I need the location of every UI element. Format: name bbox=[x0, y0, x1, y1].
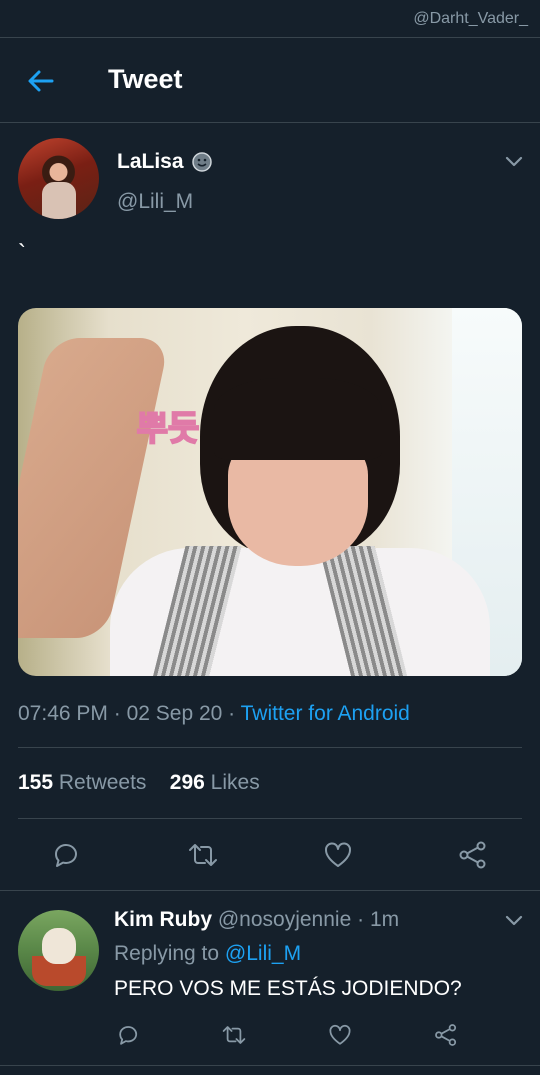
reply-icon[interactable] bbox=[117, 1023, 141, 1047]
author-handle[interactable]: @Lili_M bbox=[117, 190, 193, 214]
reply-time: 1m bbox=[369, 908, 400, 931]
retweet-icon[interactable] bbox=[220, 1023, 248, 1047]
tweet-source-link[interactable]: Twitter for Android bbox=[241, 702, 410, 725]
top-app-bar: Tweet bbox=[0, 38, 540, 123]
tweet-date: 02 Sep 20 bbox=[126, 702, 223, 725]
smiley-emoji-icon bbox=[192, 152, 212, 172]
reply-text: PERO VOS ME ESTÁS JODIENDO? bbox=[114, 977, 462, 1000]
sticker-text: 뿌듯 bbox=[137, 409, 200, 449]
replying-to: Replying to @Lili_M bbox=[114, 942, 301, 966]
chevron-down-icon[interactable] bbox=[504, 913, 524, 927]
divider bbox=[0, 1065, 540, 1066]
chevron-down-icon[interactable] bbox=[504, 154, 524, 168]
tweet-meta: 07:46 PM · 02 Sep 20 · Twitter for Andro… bbox=[18, 702, 410, 725]
retweet-icon[interactable] bbox=[186, 840, 220, 870]
watermark-bar: @Darht_Vader_ bbox=[0, 0, 540, 38]
share-icon[interactable] bbox=[434, 1023, 458, 1047]
likes-count[interactable]: 296 bbox=[170, 771, 205, 794]
like-icon[interactable] bbox=[328, 1023, 352, 1047]
share-icon[interactable] bbox=[458, 840, 488, 870]
tweet-text: ` bbox=[18, 240, 26, 267]
like-icon[interactable] bbox=[323, 840, 353, 870]
divider bbox=[18, 747, 522, 748]
korean-sticker-icon: 뿌듯 bbox=[136, 408, 201, 450]
reply-header: Kim Ruby @nosoyjennie · 1m bbox=[114, 908, 400, 931]
watermark-text: @Darht_Vader_ bbox=[413, 10, 528, 27]
divider bbox=[0, 890, 540, 891]
author-avatar[interactable] bbox=[18, 138, 99, 219]
reply-author-handle[interactable]: @nosoyjennie bbox=[218, 908, 351, 931]
tweet-image[interactable]: 뿌듯 bbox=[18, 308, 522, 676]
reply-icon[interactable] bbox=[52, 840, 82, 870]
back-arrow-icon[interactable] bbox=[24, 64, 58, 98]
tweet-time: 07:46 PM bbox=[18, 702, 108, 725]
page-title: Tweet bbox=[108, 64, 183, 94]
retweets-label[interactable]: Retweets bbox=[59, 771, 147, 794]
replying-to-label: Replying to bbox=[114, 942, 220, 965]
tweet-stats: 155 Retweets 296 Likes bbox=[18, 771, 260, 795]
divider bbox=[18, 818, 522, 819]
author-name[interactable]: LaLisa bbox=[117, 150, 184, 174]
reply-author-name[interactable]: Kim Ruby bbox=[114, 908, 212, 931]
likes-label[interactable]: Likes bbox=[211, 771, 260, 794]
reply-author-avatar[interactable] bbox=[18, 910, 99, 991]
retweets-count[interactable]: 155 bbox=[18, 771, 53, 794]
replying-to-handle[interactable]: @Lili_M bbox=[225, 942, 301, 965]
